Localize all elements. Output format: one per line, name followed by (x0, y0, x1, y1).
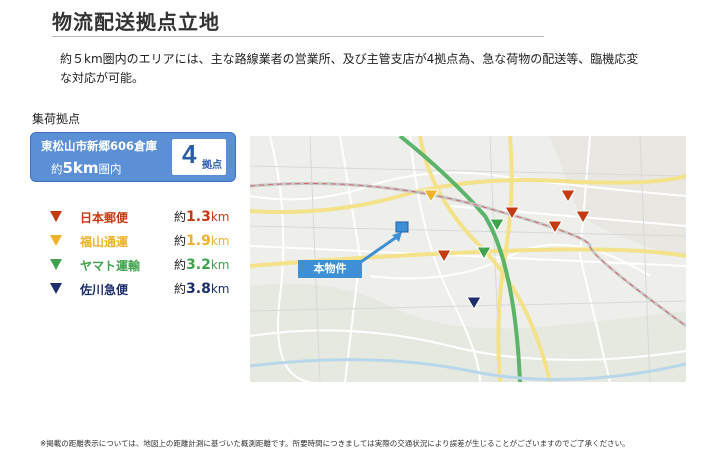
triangle-marker-icon (50, 259, 62, 270)
hub-radius-prefix: 約 (51, 162, 63, 176)
property-label: 本物件 (298, 260, 362, 278)
hub-name: 東松山市新郷606倉庫 (41, 139, 158, 153)
hub-count-badge: 4 拠点 (172, 139, 226, 175)
title-divider (52, 36, 544, 37)
hub-summary-box: 東松山市新郷606倉庫 約5km圏内 4 拠点 (30, 132, 236, 182)
area-map (250, 136, 686, 382)
triangle-marker-icon (50, 283, 62, 294)
hub-count-unit: 拠点 (202, 160, 222, 171)
section-label: 集荷拠点 (32, 112, 81, 126)
hub-radius-suffix: 圏内 (98, 162, 122, 176)
legend-item: ヤマト運輸 約3.2km (50, 254, 230, 278)
legend-distance: 約3.2km (174, 257, 230, 273)
legend-carrier-name: 佐川急便 (80, 283, 129, 297)
hub-radius: 約5km圏内 (51, 159, 122, 177)
legend-carrier-name: ヤマト運輸 (80, 259, 141, 273)
hub-radius-value: 5km (62, 159, 99, 177)
triangle-marker-icon (50, 211, 62, 222)
page-title: 物流配送拠点立地 (52, 10, 220, 34)
legend-distance: 約1.3km (174, 209, 230, 225)
triangle-marker-icon (50, 235, 62, 246)
hub-count-number: 4 (182, 139, 197, 169)
footnote: ※掲載の距離表示については、地図上の距離計測に基づいた概測距離です。所要時間につ… (40, 439, 630, 448)
legend-carrier-name: 日本郵便 (80, 211, 129, 225)
legend-distance: 約1.9km (174, 233, 230, 249)
legend-item: 福山通運 約1.9km (50, 230, 230, 254)
carrier-legend: 日本郵便 約1.3km 福山通運 約1.9km ヤマト運輸 約3.2km 佐川急便 約3.8k… (50, 206, 230, 302)
legend-item: 日本郵便 約1.3km (50, 206, 230, 230)
legend-carrier-name: 福山通運 (80, 235, 129, 249)
intro-text: 約５km圏内のエリアには、主な路線業者の営業所、及び主管支店が4拠点為、急な荷物… (60, 52, 639, 85)
legend-item: 佐川急便 約3.8km (50, 278, 230, 302)
legend-distance: 約3.8km (174, 281, 230, 297)
map-graphic (250, 136, 686, 382)
